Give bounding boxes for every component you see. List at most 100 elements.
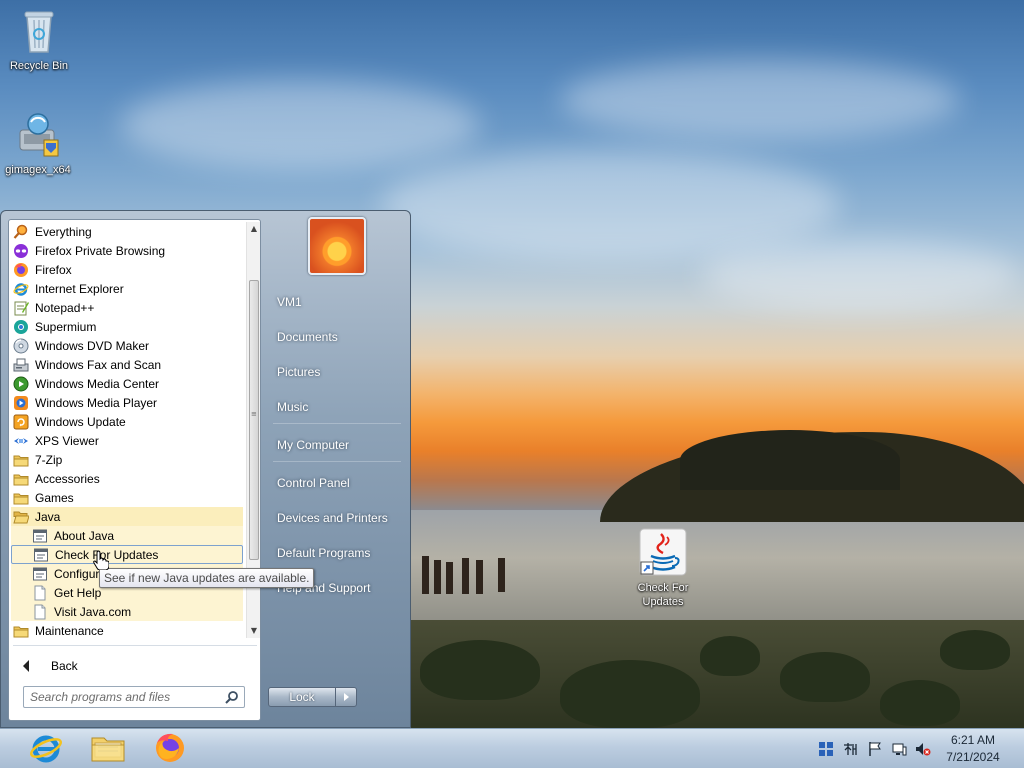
program-item-windows-media-player[interactable]: Windows Media Player: [11, 393, 243, 412]
notepad-plus-plus-icon: [13, 300, 29, 316]
taskbar: 6:21 AM 7/21/2024: [0, 728, 1024, 768]
scroll-down-arrow-icon[interactable]: ▼: [249, 626, 259, 636]
program-item-maintenance[interactable]: Maintenance: [11, 621, 243, 640]
program-item-firefox-private-browsing[interactable]: Firefox Private Browsing: [11, 241, 243, 260]
chevron-right-icon: [343, 693, 349, 701]
cloud: [700, 240, 1020, 310]
program-item-label: Maintenance: [35, 623, 104, 638]
program-item-xps-viewer[interactable]: XPS Viewer: [11, 431, 243, 450]
program-item-windows-dvd-maker[interactable]: Windows DVD Maker: [11, 336, 243, 355]
xps-viewer-icon: [13, 433, 29, 449]
system-clock[interactable]: 6:21 AM 7/21/2024: [940, 732, 1006, 766]
shutdown-options-button[interactable]: [335, 687, 357, 707]
java-app-icon: [33, 547, 49, 563]
pier-post: [498, 558, 505, 592]
programs-pane: Everything Firefox Private Browsing Firefo…: [8, 219, 261, 721]
desktop-icon-check-for-updates[interactable]: Check For Updates: [625, 528, 701, 609]
program-item-supermium[interactable]: Supermium: [11, 317, 243, 336]
scrollbar-thumb[interactable]: ≡: [249, 280, 259, 560]
program-item-label: Everything: [35, 224, 92, 239]
program-item-internet-explorer[interactable]: Internet Explorer: [11, 279, 243, 298]
desktop-icon-label: Check For Updates: [637, 582, 689, 608]
start-link-pictures[interactable]: Pictures: [271, 359, 401, 385]
program-item-7-zip[interactable]: 7-Zip: [11, 450, 243, 469]
separator: [273, 423, 401, 424]
taskbar-firefox[interactable]: [143, 731, 197, 767]
internet-explorer-icon: [13, 281, 29, 297]
program-item-visit-java-com[interactable]: Visit Java.com: [11, 602, 243, 621]
desktop-icon-recycle-bin[interactable]: Recycle Bin: [1, 8, 77, 73]
gimagex-icon: [0, 110, 76, 161]
windows-update-icon: [13, 414, 29, 430]
java-icon: [625, 528, 701, 579]
start-link-vm1[interactable]: VM1: [271, 289, 401, 315]
program-item-accessories[interactable]: Accessories: [11, 469, 243, 488]
program-item-label: About Java: [54, 528, 115, 543]
program-item-windows-fax-and-scan[interactable]: Windows Fax and Scan: [11, 355, 243, 374]
folder-open-icon: [13, 509, 29, 525]
program-item-windows-update[interactable]: Windows Update: [11, 412, 243, 431]
folder-icon: [13, 471, 29, 487]
media-center-icon: [13, 376, 29, 392]
program-item-firefox[interactable]: Firefox: [11, 260, 243, 279]
language-bar-icon[interactable]: [843, 741, 859, 757]
back-button[interactable]: Back: [17, 656, 217, 676]
search-box[interactable]: [23, 686, 245, 708]
mangrove: [780, 652, 870, 702]
program-item-java[interactable]: Java: [11, 507, 243, 526]
program-item-label: Windows Media Center: [35, 376, 160, 391]
taskbar-internet-explorer[interactable]: [19, 731, 73, 767]
program-item-notepad[interactable]: Notepad++: [11, 298, 243, 317]
start-link-my-computer[interactable]: My Computer: [271, 432, 401, 458]
program-item-windows-media-center[interactable]: Windows Media Center: [11, 374, 243, 393]
separator: [273, 461, 401, 462]
tooltip: See if new Java updates are available.: [99, 568, 315, 588]
file-explorer-icon: [90, 732, 126, 767]
search-icon[interactable]: [223, 688, 241, 706]
program-item-label: Internet Explorer: [35, 281, 124, 296]
pier-post: [422, 556, 429, 594]
lock-button[interactable]: Lock: [268, 687, 336, 707]
display-icon[interactable]: [891, 741, 907, 757]
folder-icon: [13, 490, 29, 506]
start-link-control-panel[interactable]: Control Panel: [271, 470, 401, 496]
program-item-label: Supermium: [35, 319, 97, 334]
program-item-everything[interactable]: Everything: [11, 222, 243, 241]
clock-date: 7/21/2024: [946, 750, 1000, 764]
taskbar-windows-explorer[interactable]: [81, 731, 135, 767]
firefox-icon: [13, 262, 29, 278]
program-item-about-java[interactable]: About Java: [11, 526, 243, 545]
network-grid-icon[interactable]: [818, 741, 834, 757]
program-item-label: Firefox Private Browsing: [35, 243, 166, 258]
back-arrow-icon: [23, 660, 29, 672]
program-item-label: 7-Zip: [35, 452, 63, 467]
start-link-documents[interactable]: Documents: [271, 324, 401, 350]
folder-icon: [13, 452, 29, 468]
everything-icon: [13, 224, 29, 240]
scroll-up-arrow-icon[interactable]: ▲: [249, 224, 259, 234]
document-icon: [32, 585, 48, 601]
desktop-icon-gimagex[interactable]: gimagex_x64: [0, 110, 76, 177]
fax-scan-icon: [13, 357, 29, 373]
search-input[interactable]: [30, 688, 223, 706]
back-label: Back: [51, 659, 78, 673]
start-link-devices-and-printers[interactable]: Devices and Printers: [271, 505, 401, 531]
pier-post: [462, 558, 469, 594]
program-item-check-for-updates[interactable]: Check For Updates: [11, 545, 243, 564]
program-item-label: Windows DVD Maker: [35, 338, 150, 353]
lock-label: Lock: [289, 690, 315, 704]
pier-post: [446, 562, 453, 594]
start-link-default-programs[interactable]: Default Programs: [271, 540, 401, 566]
volume-muted-icon[interactable]: [915, 741, 931, 757]
user-account-picture[interactable]: [308, 217, 366, 275]
folder-icon: [13, 623, 29, 639]
desktop-icon-label: gimagex_x64: [5, 164, 71, 176]
cloud: [560, 60, 960, 140]
start-link-music[interactable]: Music: [271, 394, 401, 420]
program-item-games[interactable]: Games: [11, 488, 243, 507]
program-item-label: Windows Media Player: [35, 395, 158, 410]
action-center-flag-icon[interactable]: [867, 741, 883, 757]
program-item-label: Firefox: [35, 262, 72, 277]
firefox-icon: [153, 731, 187, 768]
program-item-label: Visit Java.com: [54, 604, 132, 619]
